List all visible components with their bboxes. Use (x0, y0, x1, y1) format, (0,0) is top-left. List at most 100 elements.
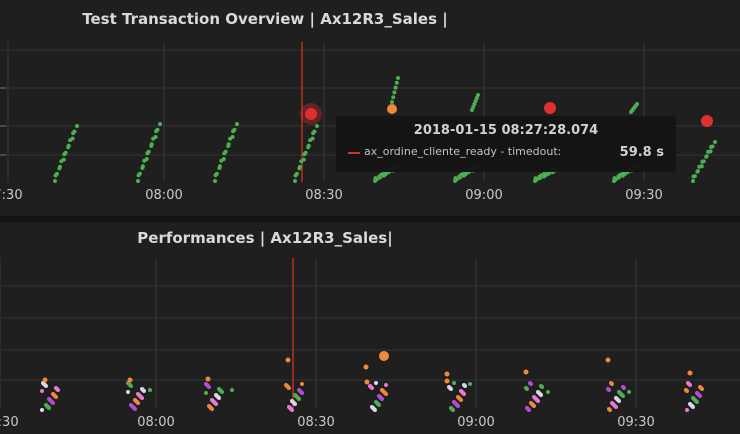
data-point (476, 93, 480, 97)
timeout-point (305, 108, 317, 120)
data-point (137, 171, 142, 176)
data-point (214, 402, 218, 406)
data-point (140, 396, 144, 400)
data-point (700, 387, 704, 391)
data-point (695, 400, 699, 404)
data-point (40, 389, 44, 393)
data-point (230, 135, 235, 139)
data-point (699, 164, 704, 169)
data-point (380, 397, 384, 401)
data-point (704, 154, 709, 159)
data-point (373, 408, 377, 412)
performances-plot[interactable] (0, 222, 740, 434)
data-point (149, 142, 154, 147)
data-point (297, 164, 302, 169)
data-point (204, 391, 208, 395)
data-point (136, 401, 140, 405)
x-tick-label: 7:30 (0, 415, 19, 430)
data-point (370, 386, 374, 390)
data-point (456, 404, 460, 408)
data-point (153, 135, 158, 139)
data-point (235, 122, 239, 126)
data-point (315, 124, 319, 128)
data-point (444, 371, 450, 377)
data-point (301, 157, 306, 162)
data-point (391, 95, 396, 100)
data-point (392, 90, 397, 95)
data-point (540, 385, 544, 389)
data-point (306, 143, 311, 148)
data-point (622, 386, 626, 390)
data-point (527, 408, 531, 412)
data-point (374, 381, 378, 385)
data-point (393, 85, 398, 90)
series-color-swatch (348, 152, 360, 154)
data-point (394, 80, 399, 85)
data-point (287, 386, 291, 390)
data-point (66, 143, 71, 148)
x-tick-label: 08:00 (145, 188, 183, 203)
data-point (129, 384, 133, 388)
data-point (300, 391, 304, 395)
data-point (70, 136, 75, 141)
data-point (698, 394, 702, 398)
data-point (452, 381, 456, 385)
data-point (205, 376, 211, 382)
data-point (390, 100, 394, 104)
data-point (133, 407, 137, 411)
data-point (47, 406, 51, 410)
data-point (710, 144, 715, 149)
data-point (605, 357, 611, 363)
transaction-overview-panel: Test Transaction Overview | Ax12R3_Sales… (0, 0, 740, 216)
timeout-point (701, 115, 713, 127)
data-point (614, 405, 618, 409)
data-point (285, 357, 291, 363)
hover-tooltip: 2018-01-15 08:27:28.074 ax_ordine_client… (336, 116, 676, 172)
x-tick-label: 09:30 (617, 415, 655, 430)
data-point (207, 385, 211, 389)
data-point (610, 382, 614, 386)
data-point (293, 179, 297, 183)
data-point (221, 157, 226, 161)
transaction-overview-plot[interactable] (0, 0, 740, 216)
data-point (146, 149, 151, 154)
data-point (53, 179, 57, 183)
data-point (217, 164, 222, 169)
warning-point (379, 351, 389, 361)
data-point (232, 127, 237, 132)
data-point (617, 399, 621, 403)
data-point (685, 408, 689, 412)
data-point (384, 383, 388, 387)
data-point (635, 102, 639, 106)
data-point (546, 390, 550, 394)
data-point (54, 171, 59, 176)
data-point (210, 407, 214, 411)
data-point (214, 171, 219, 176)
data-point (220, 390, 224, 394)
data-point (468, 382, 472, 386)
tooltip-series-name: ax_ordine_cliente_ready - timedout: (364, 145, 562, 158)
data-point (155, 127, 160, 132)
performances-panel: Performances | Ax12R3_Sales| 7:30 08:00 … (0, 222, 740, 434)
x-tick-label: 09:30 (625, 188, 663, 203)
data-point (42, 377, 48, 383)
data-point (63, 150, 68, 155)
data-point (72, 129, 77, 134)
data-point (158, 122, 162, 126)
data-point (44, 384, 48, 388)
data-point (136, 179, 140, 183)
data-point (56, 388, 60, 392)
data-point (223, 149, 228, 154)
data-point (463, 384, 467, 388)
data-point (384, 392, 388, 396)
timeout-point (544, 102, 556, 114)
data-point (621, 394, 625, 398)
data-point (688, 383, 692, 387)
x-tick-label: 08:30 (297, 415, 335, 430)
data-point (51, 401, 55, 405)
data-point (607, 388, 611, 392)
data-point (40, 408, 44, 412)
x-tick-label: 08:30 (305, 188, 343, 203)
data-point (685, 389, 689, 393)
data-point (449, 387, 453, 391)
